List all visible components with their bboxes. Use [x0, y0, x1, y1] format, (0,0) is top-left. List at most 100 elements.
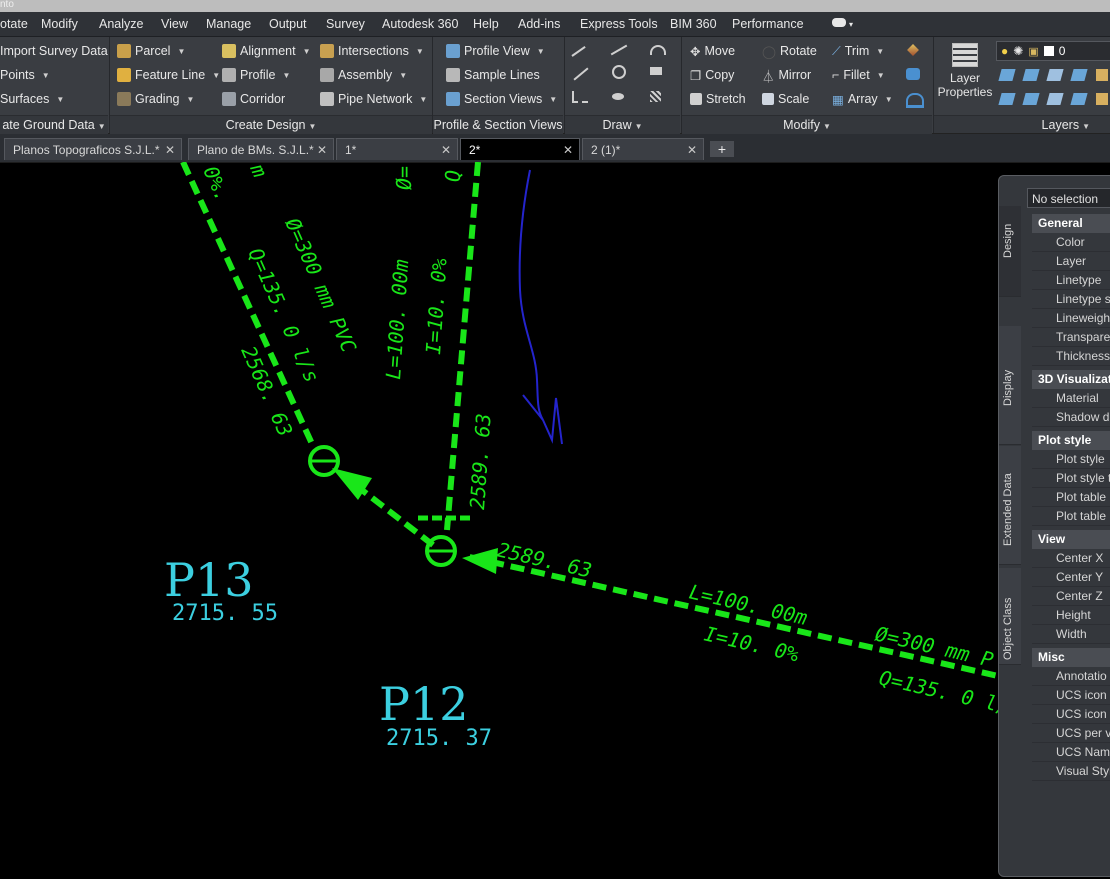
- layer-dropdown[interactable]: ● ✺ ▣ 0: [996, 41, 1110, 61]
- close-icon[interactable]: ✕: [165, 139, 175, 161]
- alignment-button[interactable]: Alignment ▼: [222, 41, 311, 61]
- menu-manage[interactable]: Manage: [206, 17, 251, 31]
- polyline-icon[interactable]: [610, 44, 628, 56]
- tab-1[interactable]: 1* ✕: [336, 138, 458, 160]
- pipe-network-button[interactable]: Pipe Network ▼: [320, 89, 427, 109]
- rotate-button[interactable]: ◯ Rotate: [762, 41, 817, 61]
- menu-rotate[interactable]: otate: [0, 17, 28, 31]
- fillet-button[interactable]: ⌐ Fillet ▼: [832, 65, 885, 85]
- menu-output[interactable]: Output: [269, 17, 307, 31]
- property-row[interactable]: UCS icon: [1032, 705, 1110, 724]
- property-row[interactable]: Transparen: [1032, 328, 1110, 347]
- scale-button[interactable]: Scale: [762, 89, 809, 109]
- property-row[interactable]: Color: [1032, 233, 1110, 252]
- stretch-button[interactable]: Stretch: [690, 89, 746, 109]
- property-row[interactable]: Annotatio: [1032, 667, 1110, 686]
- menu-express-tools[interactable]: Express Tools: [580, 17, 658, 31]
- drawing-canvas[interactable]: 0%. m Ø=300 mm PVC Q=135. 0 l/s 2568. 63…: [0, 162, 1110, 879]
- panel-title-create-ground-data[interactable]: ate Ground Data ▼: [0, 115, 108, 134]
- section-view[interactable]: View: [1032, 530, 1110, 549]
- section-views-button[interactable]: Section Views ▼: [446, 89, 557, 109]
- section-general[interactable]: General: [1032, 214, 1110, 233]
- property-row[interactable]: Plot table: [1032, 507, 1110, 526]
- corridor-button[interactable]: Corridor: [222, 89, 285, 109]
- assembly-button[interactable]: Assembly ▼: [320, 65, 407, 85]
- property-row[interactable]: Visual Styl: [1032, 762, 1110, 781]
- property-row[interactable]: UCS Name: [1032, 743, 1110, 762]
- menu-bim-360[interactable]: BIM 360: [670, 17, 717, 31]
- tab-display[interactable]: Display: [999, 326, 1021, 445]
- menu-add-ins[interactable]: Add-ins: [518, 17, 560, 31]
- layer-tool-icon[interactable]: [1046, 69, 1064, 81]
- move-button[interactable]: ✥ Move: [690, 41, 735, 61]
- layer-tool-icon[interactable]: [998, 93, 1016, 105]
- sample-lines-button[interactable]: Sample Lines: [446, 65, 540, 85]
- selection-dropdown[interactable]: No selection: [1027, 188, 1110, 208]
- spline-icon[interactable]: [572, 91, 588, 103]
- tab-extended-data[interactable]: Extended Data: [999, 446, 1021, 565]
- property-row[interactable]: Plot style: [1032, 450, 1110, 469]
- menu-modify[interactable]: Modify: [41, 17, 78, 31]
- profile-view-button[interactable]: Profile View ▼: [446, 41, 545, 61]
- property-row[interactable]: Thickness: [1032, 347, 1110, 366]
- section-misc[interactable]: Misc: [1032, 648, 1110, 667]
- property-row[interactable]: Linetype: [1032, 271, 1110, 290]
- circle-icon[interactable]: [612, 65, 626, 79]
- close-icon[interactable]: ✕: [317, 139, 327, 161]
- menu-survey[interactable]: Survey: [326, 17, 365, 31]
- trim-button[interactable]: ⟋ Trim ▼: [832, 41, 884, 61]
- panel-title-profile-section-views[interactable]: Profile & Section Views: [433, 115, 563, 134]
- menu-analyze[interactable]: Analyze: [99, 17, 143, 31]
- surfaces-button[interactable]: Surfaces ▼: [0, 89, 64, 109]
- property-row[interactable]: UCS icon O: [1032, 686, 1110, 705]
- property-row[interactable]: UCS per vi: [1032, 724, 1110, 743]
- panel-title-modify[interactable]: Modify ▼: [682, 115, 932, 134]
- layer-tool-icon[interactable]: [998, 69, 1016, 81]
- menu-help[interactable]: Help: [473, 17, 499, 31]
- panel-title-create-design[interactable]: Create Design ▼: [110, 115, 432, 134]
- erase-icon[interactable]: [907, 44, 919, 56]
- property-row[interactable]: Center Y: [1032, 568, 1110, 587]
- section-3d-visualization[interactable]: 3D Visualizat: [1032, 370, 1110, 389]
- pipe-left[interactable]: [180, 162, 316, 448]
- mirror-button[interactable]: ⏃ Mirror: [762, 65, 811, 85]
- property-row[interactable]: Center Z: [1032, 587, 1110, 606]
- pipe-right[interactable]: [464, 553, 1017, 683]
- layer-tool-icon[interactable]: [1022, 69, 1040, 81]
- intersections-button[interactable]: Intersections ▼: [320, 41, 424, 61]
- tab-2[interactable]: 2* ✕: [460, 138, 580, 160]
- layer-tool-icon[interactable]: [1046, 93, 1064, 105]
- rectangle-icon[interactable]: [650, 67, 662, 75]
- grading-button[interactable]: Grading ▼: [117, 89, 194, 109]
- tab-plano-de-bms[interactable]: Plano de BMs. S.J.L.* ✕: [188, 138, 334, 160]
- tab-design[interactable]: Design: [999, 206, 1021, 297]
- layer-properties-button[interactable]: Layer Properties: [936, 41, 994, 111]
- import-survey-data-button[interactable]: Import Survey Data: [0, 41, 108, 61]
- panel-title-layers[interactable]: Layers ▼: [934, 115, 1110, 133]
- property-row[interactable]: Lineweigh: [1032, 309, 1110, 328]
- construction-line-icon[interactable]: [573, 67, 589, 81]
- close-icon[interactable]: ✕: [563, 139, 573, 161]
- menu-view[interactable]: View: [161, 17, 188, 31]
- close-icon[interactable]: ✕: [441, 139, 451, 161]
- tab-planos-topograficos[interactable]: Planos Topograficos S.J.L.* ✕: [4, 138, 182, 160]
- layer-tool-icon[interactable]: [1096, 93, 1108, 105]
- panel-title-draw[interactable]: Draw ▼: [565, 115, 680, 134]
- offset-icon[interactable]: [906, 93, 924, 108]
- layer-tool-icon[interactable]: [1022, 93, 1040, 105]
- property-row[interactable]: Width: [1032, 625, 1110, 644]
- array-button[interactable]: ▦ Array ▼: [832, 89, 893, 109]
- points-button[interactable]: Points ▼: [0, 65, 50, 85]
- layer-tool-icon[interactable]: [1096, 69, 1108, 81]
- line-icon[interactable]: [571, 46, 586, 57]
- tab-object-class[interactable]: Object Class: [999, 568, 1021, 665]
- property-row[interactable]: Height: [1032, 606, 1110, 625]
- explode-icon[interactable]: [906, 68, 920, 80]
- property-row[interactable]: Plot style t: [1032, 469, 1110, 488]
- section-plot-style[interactable]: Plot style: [1032, 431, 1110, 450]
- menu-autodesk-360[interactable]: Autodesk 360: [382, 17, 458, 31]
- hatch-icon[interactable]: [650, 91, 661, 102]
- arc-icon[interactable]: [650, 45, 666, 55]
- close-icon[interactable]: ✕: [687, 139, 697, 161]
- workspace-toggle-icon[interactable]: ▾: [832, 16, 853, 30]
